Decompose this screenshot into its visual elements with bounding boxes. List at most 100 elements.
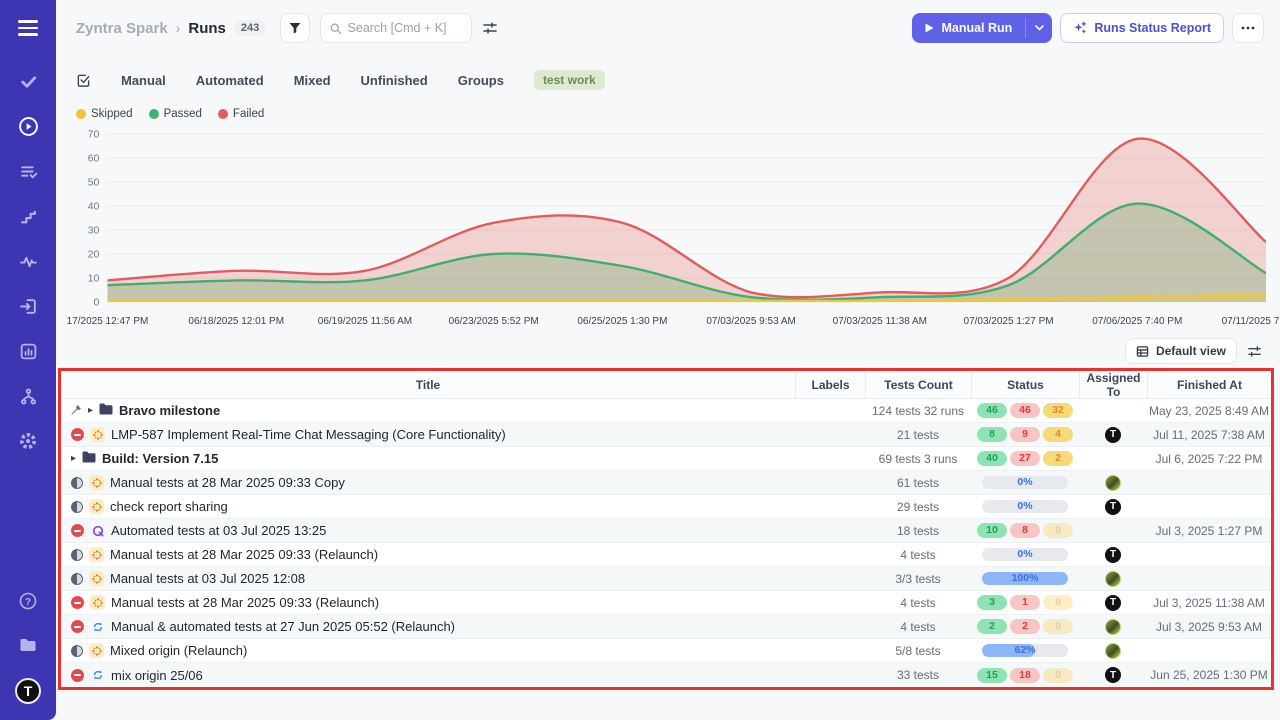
display-settings-sliders-icon[interactable] <box>482 20 498 36</box>
table-row[interactable]: Automated tests at 03 Jul 2025 13:2518 t… <box>61 519 1271 543</box>
manual-run-button[interactable]: Manual Run <box>912 13 1025 43</box>
tab-mixed[interactable]: Mixed <box>294 73 331 88</box>
cell-tests-count: 61 tests <box>865 471 971 494</box>
run-title[interactable]: Manual tests at 28 Mar 2025 09:33 (Relau… <box>111 595 379 610</box>
skipped-count-pill: 32 <box>1043 403 1073 418</box>
help-icon[interactable]: ? <box>17 590 39 612</box>
cell-status: 894 <box>971 423 1079 446</box>
filter-button[interactable] <box>280 13 310 43</box>
ellipsis-icon <box>1241 26 1255 30</box>
cell-tests-count: 4 tests <box>865 615 971 638</box>
tab-automated[interactable]: Automated <box>196 73 264 88</box>
column-header-finished-at: Finished At <box>1147 371 1271 398</box>
table-row[interactable]: Manual & automated tests at 27 Jun 2025 … <box>61 615 1271 639</box>
status-stopped-icon <box>71 620 84 633</box>
legend-item-failed[interactable]: Failed <box>218 108 264 120</box>
manual-run-type-icon <box>89 547 104 562</box>
cell-labels <box>795 543 865 566</box>
tab-groups[interactable]: Groups <box>458 73 504 88</box>
more-actions-button[interactable] <box>1232 13 1264 43</box>
run-title[interactable]: Build: Version 7.15 <box>102 451 218 466</box>
table-row[interactable]: Manual tests at 28 Mar 2025 09:33 (Relau… <box>61 591 1271 615</box>
select-runs-icon[interactable] <box>76 73 91 88</box>
table-row[interactable]: ▸Bravo milestone124 tests 32 runs464632M… <box>61 399 1271 423</box>
table-row[interactable]: Manual tests at 03 Jul 2025 12:083/3 tes… <box>61 567 1271 591</box>
run-title[interactable]: Manual tests at 03 Jul 2025 12:08 <box>110 571 305 586</box>
tests-count-text: 4 tests <box>900 548 935 562</box>
cell-finished-at <box>1147 543 1271 566</box>
reports-bar-chart-icon[interactable] <box>17 340 39 362</box>
user-avatar[interactable]: T <box>15 678 41 704</box>
chart-x-axis-labels: 17/2025 12:47 PM06/18/2025 12:01 PM06/19… <box>62 316 1266 332</box>
default-view-button[interactable]: Default view <box>1125 338 1237 364</box>
table-row[interactable]: Manual tests at 28 Mar 2025 09:33 (Relau… <box>61 543 1271 567</box>
legend-item-skipped[interactable]: Skipped <box>76 108 133 120</box>
table-row[interactable]: check report sharing29 tests0%T <box>61 495 1271 519</box>
hamburger-menu-icon[interactable] <box>18 20 38 36</box>
topbar: Zyntra Spark › Runs 243 Manual Run <box>56 0 1280 56</box>
projects-folder-icon[interactable] <box>17 634 39 656</box>
table-settings-sliders-icon[interactable] <box>1247 344 1262 359</box>
passed-count-pill: 8 <box>977 427 1007 442</box>
assignee-avatar[interactable] <box>1105 475 1121 491</box>
status-stopped-icon <box>71 669 84 682</box>
assignee-avatar[interactable] <box>1105 619 1121 635</box>
svg-text:30: 30 <box>88 226 100 237</box>
finished-at-text: Jul 3, 2025 11:38 AM <box>1153 596 1265 610</box>
settings-gear-icon[interactable] <box>17 430 39 452</box>
run-title[interactable]: Manual tests at 28 Mar 2025 09:33 Copy <box>110 475 345 490</box>
table-row[interactable]: ▸Build: Version 7.1569 tests 3 runs40272… <box>61 447 1271 471</box>
milestones-steps-icon[interactable] <box>17 205 39 227</box>
test-plans-list-check-icon[interactable] <box>17 160 39 182</box>
test-cases-check-icon[interactable] <box>17 70 39 92</box>
finished-at-text: May 23, 2025 8:49 AM <box>1149 404 1269 418</box>
run-title[interactable]: Mixed origin (Relaunch) <box>110 643 247 658</box>
cell-tests-count: 29 tests <box>865 495 971 518</box>
legend-item-passed[interactable]: Passed <box>149 108 202 120</box>
run-title[interactable]: mix origin 25/06 <box>111 668 203 683</box>
git-fork-icon[interactable] <box>17 385 39 407</box>
runs-play-circle-icon[interactable] <box>17 115 39 137</box>
assignee-avatar[interactable]: T <box>1105 547 1121 563</box>
tab-unfinished[interactable]: Unfinished <box>361 73 428 88</box>
runs-status-report-button[interactable]: Runs Status Report <box>1060 13 1224 43</box>
cell-finished-at: Jun 25, 2025 1:30 PM <box>1147 663 1271 687</box>
run-title[interactable]: Manual & automated tests at 27 Jun 2025 … <box>111 619 455 634</box>
legend-dot-icon <box>149 109 159 119</box>
column-header-labels: Labels <box>795 371 865 398</box>
table-row[interactable]: mix origin 25/0633 tests15180TJun 25, 20… <box>61 663 1271 687</box>
table-row[interactable]: Mixed origin (Relaunch)5/8 tests62% <box>61 639 1271 663</box>
expand-chevron-icon[interactable]: ▸ <box>88 406 93 416</box>
assignee-avatar[interactable]: T <box>1105 499 1121 515</box>
run-title[interactable]: Manual tests at 28 Mar 2025 09:33 (Relau… <box>110 547 378 562</box>
activity-pulse-icon[interactable] <box>17 250 39 272</box>
assignee-avatar[interactable] <box>1105 571 1121 587</box>
defects-import-icon[interactable] <box>17 295 39 317</box>
table-row[interactable]: LMP-587 Implement Real-Time Chat Messagi… <box>61 423 1271 447</box>
default-view-label: Default view <box>1156 344 1226 358</box>
manual-run-dropdown-button[interactable] <box>1026 13 1052 43</box>
run-title[interactable]: check report sharing <box>110 499 228 514</box>
assignee-avatar[interactable]: T <box>1105 595 1121 611</box>
tag-filter-test-work[interactable]: test work <box>534 70 605 90</box>
cell-labels <box>795 663 865 687</box>
table-row[interactable]: Manual tests at 28 Mar 2025 09:33 Copy 61… <box>61 471 1271 495</box>
cell-tests-count: 5/8 tests <box>865 639 971 662</box>
table-header-row: TitleLabelsTests CountStatusAssigned ToF… <box>61 371 1271 399</box>
run-title[interactable]: Bravo milestone <box>119 403 220 418</box>
expand-chevron-icon[interactable]: ▸ <box>71 454 76 464</box>
breadcrumb-project[interactable]: Zyntra Spark <box>76 20 168 37</box>
assignee-avatar[interactable]: T <box>1105 427 1121 443</box>
cell-status: 0% <box>971 471 1079 494</box>
search-input[interactable] <box>348 21 463 35</box>
legend-label: Passed <box>164 108 202 120</box>
x-axis-tick-label: 17/2025 12:47 PM <box>67 316 149 327</box>
status-in-progress-icon <box>71 477 83 489</box>
topbar-actions: Manual Run Runs Status Report <box>912 13 1264 43</box>
run-title[interactable]: Automated tests at 03 Jul 2025 13:25 <box>111 523 326 538</box>
assignee-avatar[interactable] <box>1105 643 1121 659</box>
assignee-avatar[interactable]: T <box>1105 667 1121 683</box>
legend-dot-icon <box>218 109 228 119</box>
run-title[interactable]: LMP-587 Implement Real-Time Chat Messagi… <box>111 427 506 442</box>
tab-manual[interactable]: Manual <box>121 73 166 88</box>
